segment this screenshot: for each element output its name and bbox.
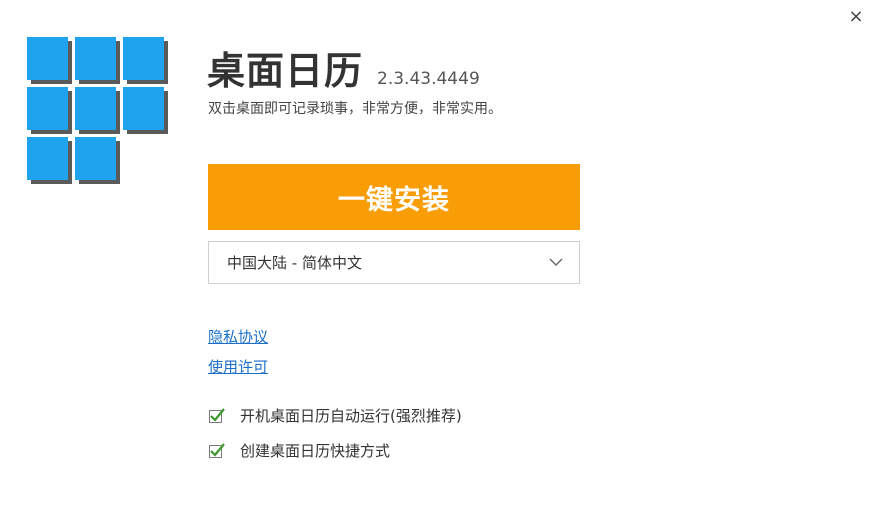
autostart-label: 开机桌面日历自动运行(强烈推荐) <box>240 407 462 425</box>
checkbox-checked-icon[interactable] <box>208 442 226 460</box>
autostart-option[interactable]: 开机桌面日历自动运行(强烈推荐) <box>208 405 462 426</box>
app-logo <box>27 37 167 183</box>
close-button[interactable]: × <box>845 6 867 28</box>
language-selected-value: 中国大陆 - 简体中文 <box>227 254 362 272</box>
install-button[interactable]: 一键安装 <box>208 164 580 230</box>
logo-tile <box>75 37 116 80</box>
app-description: 双击桌面即可记录琐事，非常方便，非常实用。 <box>208 101 502 117</box>
app-header: 桌面日历 2.3.43.4449 <box>207 40 480 93</box>
logo-tile <box>27 37 68 80</box>
logo-tile <box>123 87 164 130</box>
license-link[interactable]: 使用许可 <box>208 356 268 377</box>
chevron-down-icon <box>549 258 563 266</box>
checkbox-checked-icon[interactable] <box>208 407 226 425</box>
language-select[interactable]: 中国大陆 - 简体中文 <box>208 241 580 284</box>
app-version: 2.3.43.4449 <box>377 69 480 89</box>
logo-tile <box>27 87 68 130</box>
logo-tile <box>27 137 68 180</box>
app-title: 桌面日历 <box>207 49 364 93</box>
privacy-policy-link[interactable]: 隐私协议 <box>208 326 268 347</box>
logo-tile <box>75 137 116 180</box>
create-shortcut-option[interactable]: 创建桌面日历快捷方式 <box>208 440 390 461</box>
logo-tile <box>123 37 164 80</box>
create-shortcut-label: 创建桌面日历快捷方式 <box>240 442 391 460</box>
close-icon[interactable]: × <box>848 6 863 27</box>
logo-tile <box>75 87 116 130</box>
